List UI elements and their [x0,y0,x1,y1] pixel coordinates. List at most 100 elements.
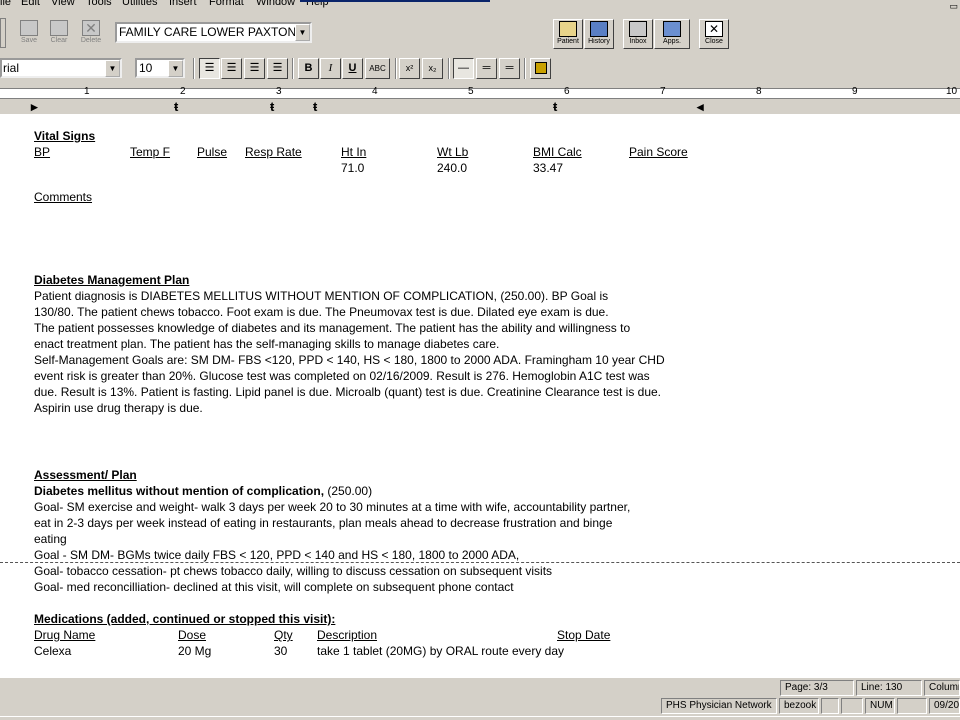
save-button[interactable]: Save [14,18,44,48]
font-dropdown[interactable]: rial ▼ [0,58,122,78]
assessment-diagnosis: Diabetes mellitus without mention of com… [34,483,372,499]
separator [395,58,397,79]
chevron-down-icon[interactable]: ▼ [168,60,183,77]
menu-utilities[interactable]: Utilities [122,0,157,9]
ruler[interactable]: 1 2 3 4 5 6 7 8 9 10 ▸ ŧ ŧ ŧ ŧ ◂ [0,86,960,114]
med-cell-qty: 30 [274,644,288,658]
superscript-button[interactable]: x² [399,58,420,79]
clinic-value: FAMILY CARE LOWER PAXTON [119,25,297,39]
spellcheck-button[interactable]: ABC [365,58,390,79]
font-size-value: 10 [139,61,153,75]
vitals-header-bmi: BMI Calc [533,145,582,159]
align-center-button[interactable]: ☰ [221,58,242,79]
comments-heading: Comments [34,190,93,204]
ruler-number: 9 [852,86,858,97]
align-center-icon: ☰ [226,62,237,74]
status-column: Column [924,680,960,696]
oneandhalf-spacing-icon: ═ [482,62,491,74]
eraser-icon [50,20,68,36]
med-header-description: Description [317,628,378,642]
diabetes-plan-line: The patient possesses knowledge of diabe… [34,321,631,335]
ruler-number: 8 [756,86,762,97]
single-spacing-button[interactable]: — [453,58,474,79]
assessment-line: eat in 2-3 days per week instead of eati… [34,516,613,530]
patient-label: Patient [557,38,579,45]
vitals-header-bp: BP [34,145,51,159]
inbox-icon [629,21,647,37]
tab-stop-marker[interactable]: ŧ [174,100,178,113]
align-right-icon: ☰ [249,62,260,74]
status-network: PHS Physician Network [661,698,777,714]
assessment-line: Goal - SM DM- BGMs twice daily FBS < 120… [34,548,520,562]
menu-window[interactable]: Window [256,0,295,9]
diabetes-plan-line: due. Result is 13%. Patient is fasting. … [34,385,662,399]
medications-heading: Medications (added, continued or stopped… [34,612,336,626]
tab-stop-marker[interactable]: ŧ [270,100,274,113]
menu-edit[interactable]: Edit [21,0,40,9]
med-header-drug: Drug Name [34,628,96,642]
apps-icon [663,21,681,37]
tab-stop-marker[interactable]: ŧ [313,100,317,113]
status-blank-1 [821,698,839,714]
status-user: bezook [779,698,819,714]
left-indent-marker[interactable]: ▸ [31,100,38,113]
patient-icon [559,21,577,37]
history-button[interactable]: History [584,19,614,49]
justify-button[interactable]: ☰ [267,58,288,79]
patient-button[interactable]: Patient [553,19,583,49]
ruler-number: 1 [84,86,90,97]
close-button[interactable]: ✕ Close [699,19,729,49]
taskbar-edge [0,716,960,720]
align-left-button[interactable]: ☰ [199,58,220,79]
vitals-header-pulse: Pulse [197,145,228,159]
status-blank-3 [897,698,927,714]
double-spacing-button[interactable]: ═ [499,58,520,79]
chevron-down-icon[interactable]: ▼ [295,24,310,41]
format-toolbar: rial ▼ 10 ▼ ☰ ☰ ☰ ☰ B I U ABC x² x₂ — ═ … [0,55,960,83]
title-bar-fragment [300,0,490,2]
vitals-value-weight: 240.0 [437,161,468,175]
align-left-icon: ☰ [204,62,215,74]
oneandhalf-spacing-button[interactable]: ═ [476,58,497,79]
status-date: 09/20 [929,698,960,714]
underline-button[interactable]: U [342,58,363,79]
diagnosis-code: (250.00) [324,484,373,498]
right-indent-marker[interactable]: ◂ [697,100,704,113]
font-size-dropdown[interactable]: 10 ▼ [135,58,185,78]
menu-file[interactable]: ile [0,0,11,9]
main-toolbar: Save Clear ✕ Delete FAMILY CARE LOWER PA… [0,16,960,52]
apps-button[interactable]: Apps. [654,19,690,49]
separator [193,58,195,79]
menu-format[interactable]: Format [209,0,244,9]
bold-button[interactable]: B [298,58,319,79]
diabetes-plan-line: Patient diagnosis is DIABETES MELLITUS W… [34,289,609,303]
ruler-number: 10 [946,86,958,97]
clear-button[interactable]: Clear [44,18,74,48]
inbox-button[interactable]: Inbox [623,19,653,49]
clinic-dropdown[interactable]: FAMILY CARE LOWER PAXTON ▼ [115,22,312,43]
menu-insert[interactable]: Insert [169,0,197,9]
diabetes-plan-line: event risk is greater than 20%. Glucose … [34,369,650,383]
assessment-line: Goal- med reconcilliation- declined at t… [34,580,514,594]
double-spacing-icon: ═ [505,62,514,74]
menu-view[interactable]: View [51,0,75,9]
align-right-button[interactable]: ☰ [244,58,265,79]
restore-icon[interactable]: ▭ [949,1,958,11]
application-window: ile Edit View Tools Utilities Insert For… [0,0,960,720]
chevron-down-icon[interactable]: ▼ [105,60,120,77]
menu-tools[interactable]: Tools [86,0,112,9]
tab-stop-marker[interactable]: ŧ [553,100,557,113]
apps-label: Apps. [663,38,681,45]
text-color-button[interactable] [530,58,551,79]
delete-button[interactable]: ✕ Delete [76,18,106,48]
ruler-number: 5 [468,86,474,97]
assessment-line: Goal- tobacco cessation- pt chews tobacc… [34,564,553,578]
vitals-value-bmi: 33.47 [533,161,564,175]
document-area[interactable]: Vital Signs BP Temp F Pulse Resp Rate Ht… [0,114,960,678]
italic-button[interactable]: I [320,58,341,79]
ruler-number: 3 [276,86,282,97]
vitals-header-weight: Wt Lb [437,145,469,159]
ruler-strip [0,88,960,99]
subscript-button[interactable]: x₂ [422,58,443,79]
assessment-line: eating [34,532,67,546]
